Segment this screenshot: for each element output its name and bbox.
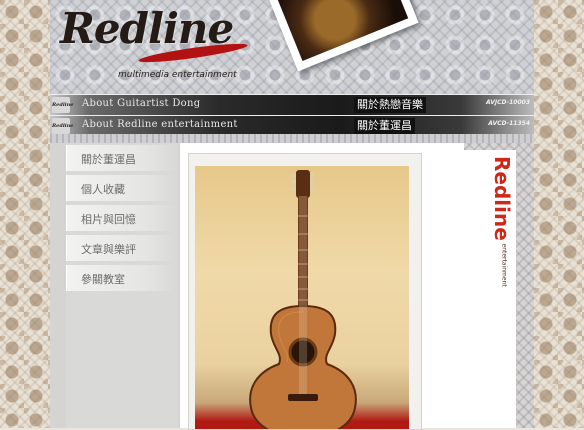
banner-code: AVCD-11354 bbox=[488, 120, 530, 127]
header: Redline multimedia entertainment bbox=[50, 0, 534, 95]
page-frame: Redline multimedia entertainment Redline… bbox=[50, 0, 534, 430]
header-photo bbox=[267, 0, 419, 72]
sidebar-nav: 關於董運昌 個人收藏 相片與回憶 文章與樂評 參關教室 bbox=[66, 143, 178, 428]
nav-item-classroom[interactable]: 參關教室 bbox=[66, 265, 175, 291]
banner-chinese-title[interactable]: 關於董運昌 bbox=[354, 118, 415, 134]
banner-chinese-title[interactable]: 關於熱戀音樂 bbox=[354, 97, 426, 113]
nav-item-label: 關於董運昌 bbox=[81, 153, 136, 166]
banner-english-title: About Redline entertainment bbox=[82, 119, 238, 130]
site-logo[interactable]: Redline multimedia entertainment bbox=[58, 4, 258, 86]
acoustic-guitar-icon bbox=[249, 170, 357, 429]
content-panel bbox=[180, 143, 464, 430]
vertical-logo-sub: entertainment bbox=[500, 243, 508, 287]
logo-text: Redline bbox=[60, 4, 234, 53]
decorative-band bbox=[50, 134, 534, 143]
banner-logo-icon: Redline bbox=[52, 97, 73, 113]
guitar-photo bbox=[195, 166, 409, 429]
banner-logo-icon: Redline bbox=[52, 118, 73, 134]
nav-item-label: 個人收藏 bbox=[81, 183, 125, 196]
vertical-logo-text: Redline bbox=[490, 156, 514, 241]
photo-frame bbox=[188, 153, 422, 430]
nav-item-label: 參關教室 bbox=[81, 273, 125, 286]
right-wallpaper bbox=[534, 0, 584, 428]
nav-item-photos[interactable]: 相片與回憶 bbox=[66, 205, 175, 231]
nav-item-articles[interactable]: 文章與樂評 bbox=[66, 235, 175, 261]
nav-item-label: 相片與回憶 bbox=[81, 213, 136, 226]
nav-item-about-dong[interactable]: 關於董運昌 bbox=[66, 145, 175, 171]
nav-item-collection[interactable]: 個人收藏 bbox=[66, 175, 175, 201]
banner-about-guitarist[interactable]: Redline About Guitartist Dong 關於熱戀音樂 AVJ… bbox=[50, 94, 534, 116]
banner-english-title: About Guitartist Dong bbox=[82, 98, 201, 109]
banner-code: AVJCD-10003 bbox=[486, 99, 530, 106]
nav-item-label: 文章與樂評 bbox=[81, 243, 136, 256]
left-wallpaper bbox=[0, 0, 50, 428]
vertical-logo: Redline entertainment bbox=[486, 150, 514, 300]
logo-tagline: multimedia entertainment bbox=[118, 70, 237, 80]
